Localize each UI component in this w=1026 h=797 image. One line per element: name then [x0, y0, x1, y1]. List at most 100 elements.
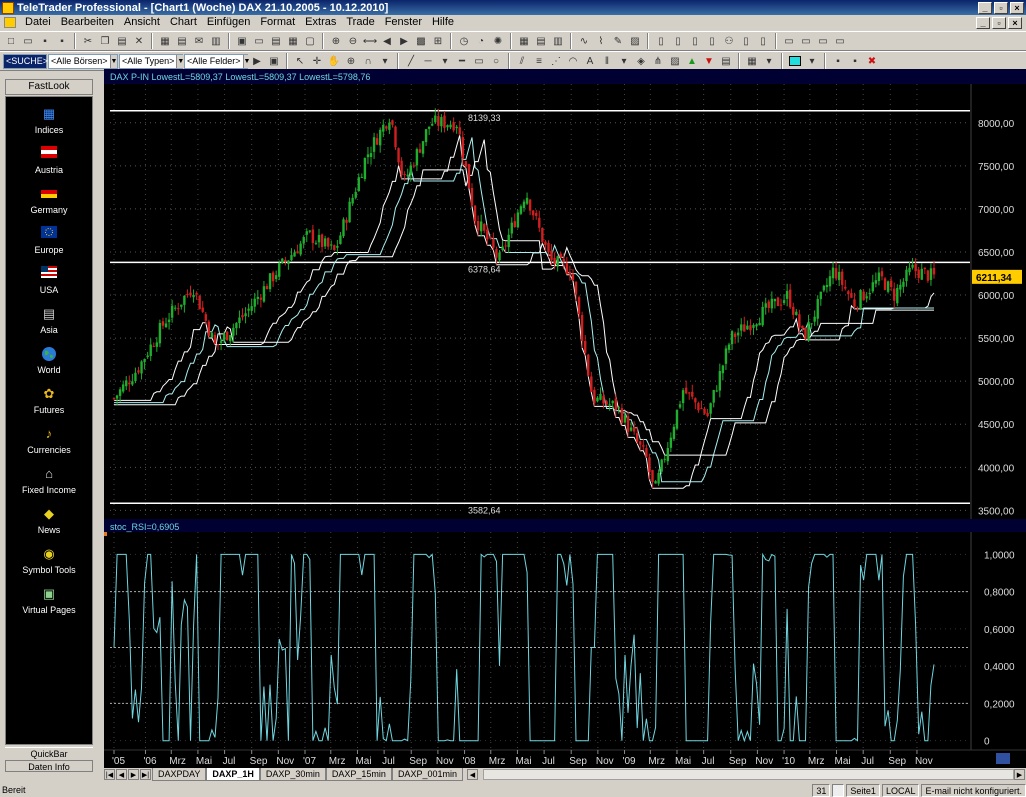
menu-format[interactable]: Format [255, 15, 300, 30]
hand-icon[interactable]: ✋ [326, 53, 342, 69]
child-minimize-button[interactable]: _ [976, 16, 990, 29]
tool-1-icon[interactable]: ▭ [781, 33, 797, 49]
menu-fenster[interactable]: Fenster [380, 15, 427, 30]
menu-extras[interactable]: Extras [300, 15, 341, 30]
period-icon[interactable]: ◔ [473, 33, 489, 49]
rectangle-icon[interactable]: ▭ [471, 53, 487, 69]
scroll-right-icon[interactable]: ▶ [396, 33, 412, 49]
doc-4-icon[interactable]: ▯ [704, 33, 720, 49]
trendline-icon[interactable]: ╱ [403, 53, 419, 69]
properties-icon[interactable]: ▤ [718, 53, 734, 69]
image-icon[interactable]: ▩ [413, 33, 429, 49]
new-icon[interactable]: □ [3, 33, 19, 49]
sidebar-item-europe[interactable]: Europe [6, 226, 92, 255]
sidebar-item-currencies[interactable]: ♪ Currencies [6, 426, 92, 455]
export-icon[interactable]: ▥ [208, 33, 224, 49]
go-icon[interactable]: ▶ [249, 53, 265, 69]
cut-icon[interactable]: ✂ [80, 33, 96, 49]
zoom-fit-icon[interactable]: ⟷ [362, 33, 378, 49]
indicator-icon[interactable]: ∿ [576, 33, 592, 49]
zoom-tool-icon[interactable]: ⊕ [343, 53, 359, 69]
arrow-up-icon[interactable]: ▲ [684, 53, 700, 69]
tab-daxp-15min[interactable]: DAXP_15min [325, 768, 392, 781]
print-preview-icon[interactable]: ▦ [157, 33, 173, 49]
maximize-button[interactable]: ▫ [994, 1, 1008, 14]
dropdown-4-icon[interactable]: ▾ [804, 53, 820, 69]
sidebar-item-futures[interactable]: ✿ Futures [6, 386, 92, 415]
menu-trade[interactable]: Trade [341, 15, 379, 30]
dropdown-3-icon[interactable]: ▾ [761, 53, 777, 69]
layout-icon[interactable]: ▥ [550, 33, 566, 49]
tab-daxp-30min[interactable]: DAXP_30min [259, 768, 326, 781]
chevron-down-icon[interactable]: ▼ [109, 54, 118, 68]
dropdown-icon[interactable]: ▾ [377, 53, 393, 69]
circle-icon[interactable]: ○ [488, 53, 504, 69]
exchange-select[interactable]: <Alle Börsen> ▼ [48, 53, 118, 69]
tab-daxpday[interactable]: DAXPDAY [152, 768, 207, 781]
chart-type-icon[interactable]: ▨ [627, 33, 643, 49]
zoom-out-icon[interactable]: ⊖ [345, 33, 361, 49]
table-icon[interactable]: ▤ [533, 33, 549, 49]
quote-list-icon[interactable]: ▤ [268, 33, 284, 49]
paste-icon[interactable]: ▤ [114, 33, 130, 49]
mail-icon[interactable]: ✉ [191, 33, 207, 49]
sidebar-item-austria[interactable]: Austria [6, 146, 92, 175]
sidebar-item-news[interactable]: ◆ News [6, 506, 92, 535]
sidebar-item-symbol-tools[interactable]: ◉ Symbol Tools [6, 546, 92, 575]
window-icon[interactable]: ▢ [302, 33, 318, 49]
grid-icon[interactable]: ▦ [516, 33, 532, 49]
cursor-icon[interactable]: ↖ [292, 53, 308, 69]
quickbar-button[interactable]: QuickBar [5, 747, 93, 759]
menu-hilfe[interactable]: Hilfe [427, 15, 459, 30]
sidebar-item-indices[interactable]: ▦ Indices [6, 106, 92, 135]
sidebar-item-germany[interactable]: Germany [6, 186, 92, 215]
child-close-button[interactable]: × [1008, 16, 1022, 29]
arc-icon[interactable]: ◠ [565, 53, 581, 69]
monitor-icon[interactable]: ▭ [251, 33, 267, 49]
tab-daxp-1h[interactable]: DAXP_1H [206, 768, 260, 781]
remove-drawings-icon[interactable]: ✖ [864, 53, 880, 69]
study-icon[interactable]: ⌇ [593, 33, 609, 49]
crosshair-icon[interactable]: ✛ [309, 53, 325, 69]
sidebar-item-usa[interactable]: USA [6, 266, 92, 295]
zoom-window-icon[interactable]: ⊞ [430, 33, 446, 49]
pitchfork-icon[interactable]: ⋔ [650, 53, 666, 69]
horizontal-line-icon[interactable]: ─ [420, 53, 436, 69]
clock-icon[interactable]: ◷ [456, 33, 472, 49]
line-dropdown-icon[interactable]: ▾ [437, 53, 453, 69]
last-tab-icon[interactable]: ▶| [140, 769, 151, 780]
sidebar-item-virtual-pages[interactable]: ▣ Virtual Pages [6, 586, 92, 615]
sidebar-item-fixed-income[interactable]: ⌂ Fixed Income [6, 466, 92, 495]
color-picker-icon[interactable] [787, 53, 803, 69]
scroll-left-icon[interactable]: ◀ [379, 33, 395, 49]
chart-window[interactable]: DAX P-IN LowestL=5809,37 LowestL=5809,37… [104, 69, 1026, 768]
cycle-lines-icon[interactable]: ‖ [599, 53, 615, 69]
menu-bearbeiten[interactable]: Bearbeiten [56, 15, 119, 30]
doc-3-icon[interactable]: ▯ [687, 33, 703, 49]
arrow-down-icon[interactable]: ▼ [701, 53, 717, 69]
sidebar-item-world[interactable]: World [6, 346, 92, 375]
daten-info-button[interactable]: Daten Info [5, 760, 93, 772]
document-icon[interactable] [4, 17, 16, 28]
menu-chart[interactable]: Chart [165, 15, 202, 30]
prev-tab-icon[interactable]: ◀ [116, 769, 127, 780]
fan-icon[interactable]: ⋰ [548, 53, 564, 69]
sidebar-item-asia[interactable]: ▤ Asia [6, 306, 92, 335]
line-style-icon[interactable]: ━ [454, 53, 470, 69]
chart-canvas[interactable]: DAX P-IN LowestL=5809,37 LowestL=5809,37… [104, 69, 1026, 768]
layer-1-icon[interactable]: ▪ [830, 53, 846, 69]
doc-1-icon[interactable]: ▯ [653, 33, 669, 49]
first-tab-icon[interactable]: |◀ [104, 769, 115, 780]
fastlook-header[interactable]: FastLook [5, 79, 93, 95]
field-select[interactable]: <Alle Felder> ▼ [184, 53, 251, 69]
close-button[interactable]: × [1010, 1, 1024, 14]
color-wheel-icon[interactable]: ✺ [490, 33, 506, 49]
tool-3-icon[interactable]: ▭ [815, 33, 831, 49]
delete-icon[interactable]: ✕ [131, 33, 147, 49]
diamond-icon[interactable]: ◈ [633, 53, 649, 69]
gann-icon[interactable]: ▨ [667, 53, 683, 69]
tool-4-icon[interactable]: ▭ [832, 33, 848, 49]
text-tool-icon[interactable]: A [582, 53, 598, 69]
print-icon[interactable]: ▤ [174, 33, 190, 49]
horizontal-scrollbar[interactable] [482, 769, 1014, 780]
